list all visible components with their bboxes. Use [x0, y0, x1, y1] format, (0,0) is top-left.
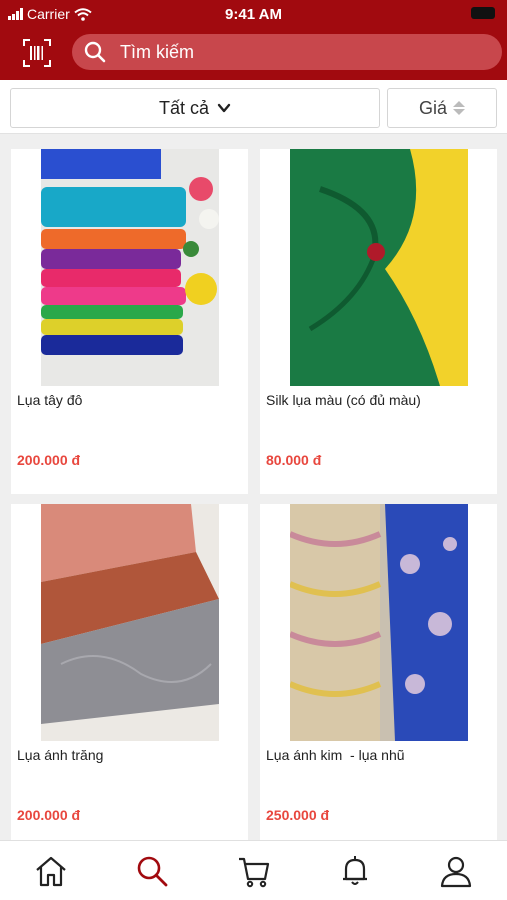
barcode-scan-icon [23, 39, 51, 67]
status-time: 9:41 AM [225, 6, 282, 23]
user-icon [440, 856, 472, 888]
product-image [41, 149, 219, 386]
filter-bar: Tất cả Giá [0, 80, 507, 134]
search-input[interactable]: Tìm kiếm [72, 34, 502, 70]
product-name: Lụa ánh trăng [17, 747, 104, 763]
product-card[interactable]: Lụa ánh kim - lụa nhũ 250.000 đ [260, 504, 497, 849]
product-price: 80.000 đ [266, 452, 322, 468]
search-icon [84, 41, 106, 63]
product-name: Silk lụa màu (có đủ màu) [266, 392, 421, 408]
price-sort-label: Giá [418, 97, 447, 118]
product-name: Lụa ánh kim - lụa nhũ [266, 747, 405, 763]
product-card[interactable]: Lụa tây đô 200.000 đ [11, 149, 248, 494]
barcode-scan-button[interactable] [22, 38, 52, 68]
product-price: 200.000 đ [17, 452, 81, 468]
category-filter-dropdown[interactable]: Tất cả [10, 88, 380, 128]
product-image [290, 504, 468, 741]
product-image [41, 504, 219, 741]
product-card[interactable]: Silk lụa màu (có đủ màu) 80.000 đ [260, 149, 497, 494]
status-bar: Carrier 9:41 AM [0, 0, 507, 28]
category-filter-label: Tất cả [158, 97, 210, 118]
bottom-tab-bar [0, 840, 507, 900]
tab-cart[interactable] [236, 853, 272, 889]
home-icon [36, 856, 66, 887]
product-price: 200.000 đ [17, 807, 81, 823]
product-price: 250.000 đ [266, 807, 330, 823]
sort-arrows-icon [453, 101, 465, 115]
search-placeholder: Tìm kiếm [120, 41, 194, 62]
cart-icon [239, 857, 270, 888]
tab-account[interactable] [438, 853, 474, 889]
bell-icon [343, 856, 367, 885]
app-header: Carrier 9:41 AM Tìm kiếm [0, 0, 507, 80]
chevron-down-icon [217, 103, 231, 113]
product-name: Lụa tây đô [17, 392, 83, 408]
tab-home[interactable] [33, 853, 69, 889]
product-card[interactable]: Lụa ánh trăng 200.000 đ [11, 504, 248, 849]
tab-search[interactable] [134, 853, 170, 889]
price-sort-button[interactable]: Giá [387, 88, 497, 128]
search-icon [137, 856, 168, 887]
product-image [290, 149, 468, 386]
battery-icon [471, 7, 495, 19]
tab-notifications[interactable] [337, 853, 373, 889]
